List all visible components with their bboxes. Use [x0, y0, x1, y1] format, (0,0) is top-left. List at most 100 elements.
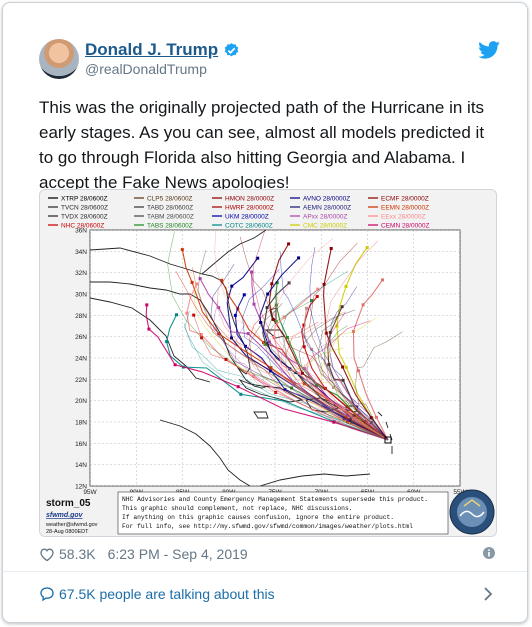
track-marker — [190, 280, 194, 284]
lat-label: 32N — [75, 270, 87, 277]
tweet-text: This was the originally projected path o… — [39, 98, 485, 192]
lat-label: 18N — [75, 420, 87, 427]
tweet-timestamp[interactable]: 6:23 PM - Sep 4, 2019 — [108, 546, 248, 562]
author-name[interactable]: Donald J. Trump — [85, 40, 218, 60]
logo-credit: weather@sfwmd.gov — [45, 522, 98, 528]
legend-label: CMC 28/0000Z — [303, 223, 347, 230]
track-marker — [329, 247, 333, 250]
heart-icon[interactable] — [39, 547, 55, 562]
track-marker — [217, 306, 221, 310]
lat-label: 36N — [75, 228, 87, 235]
logo-site: sfwmd.gov — [46, 512, 84, 519]
legend-label: AVNO 28/0000Z — [303, 196, 350, 203]
disclaimer-line: For full info, see http://my.sfwmd.gov/s… — [122, 523, 413, 530]
legend-label: TABM 28/0600Z — [147, 214, 194, 221]
tweet-media-image[interactable]: XTRP 28/0600Z CLP5 28/0600Z HMON 28/0000Z A… — [39, 189, 497, 537]
legend-label: TABS 28/0600Z — [147, 223, 193, 230]
tweet-meta: 58.3K 6:23 PM - Sep 4, 2019 — [39, 544, 248, 564]
twitter-bird-icon[interactable] — [478, 41, 500, 59]
lat-label: 24N — [75, 356, 87, 363]
lat-label: 20N — [75, 398, 87, 405]
track-marker — [315, 295, 319, 298]
legend-label: TVDX 28/0600Z — [61, 214, 108, 221]
legend-label: APxx 28/0000Z — [303, 214, 347, 221]
track-marker — [175, 313, 178, 317]
avatar[interactable] — [39, 39, 79, 79]
track-marker — [266, 292, 270, 296]
conversation-link[interactable]: 67.5K people are talking about this — [39, 583, 275, 605]
disclaimer-line: This graphic should complement, not repl… — [122, 505, 353, 512]
legend-label: ECMF 28/0000Z — [381, 196, 429, 203]
track-marker — [265, 306, 269, 310]
track-marker — [297, 256, 301, 260]
disclaimer-line: NHC Advisories and County Emergency Mana… — [122, 496, 428, 503]
verified-badge-icon — [224, 42, 239, 56]
logo-date: 28-Aug 0800EDT — [46, 529, 89, 535]
track-marker — [246, 332, 250, 336]
track-marker — [185, 311, 189, 315]
disclaimer-line: If anything on this graphic causes confu… — [122, 514, 394, 521]
lat-label: 34N — [75, 249, 87, 256]
track-marker — [357, 369, 360, 373]
lat-label: 16N — [75, 441, 87, 448]
comment-bubble-icon — [40, 587, 54, 602]
author-row: Donald J. Trump — [85, 40, 240, 60]
track-marker — [374, 415, 378, 419]
tweet-header: Donald J. Trump @realDonaldTrump — [3, 3, 527, 89]
legend-label: EEMN 28/0000Z — [381, 205, 429, 212]
legend-label: HWRF 28/0000Z — [225, 205, 274, 212]
lat-label: 26N — [75, 334, 87, 341]
legend-label: TABD 28/0600Z — [147, 205, 193, 212]
tweet-card: Donald J. Trump @realDonaldTrump This wa… — [2, 2, 528, 623]
lat-label: 30N — [75, 292, 87, 299]
track-marker — [180, 248, 184, 252]
lat-label: 28N — [75, 313, 87, 320]
track-marker — [256, 256, 260, 260]
hurricane-spaghetti-map: XTRP 28/0600Z CLP5 28/0600Z HMON 28/0000Z A… — [40, 190, 496, 536]
track-marker — [230, 284, 234, 288]
track-marker — [344, 365, 348, 369]
lon-label: 95W — [83, 489, 97, 496]
legend-label: COTC 28/0600Z — [225, 223, 273, 230]
legend-label: AEMN 28/0000Z — [303, 205, 351, 212]
author-handle[interactable]: @realDonaldTrump — [85, 61, 207, 77]
track-marker — [302, 345, 306, 349]
divider — [3, 571, 527, 572]
legend-label: XTRP 28/0600Z — [61, 196, 108, 203]
logo-text: storm_05 — [46, 498, 91, 509]
track-marker — [332, 420, 336, 424]
track-marker — [381, 278, 384, 282]
track-marker — [239, 392, 243, 396]
like-count[interactable]: 58.3K — [59, 546, 96, 562]
track-marker — [145, 303, 149, 307]
chevron-right-icon[interactable] — [483, 587, 493, 601]
legend-label: TVCN 28/0600Z — [61, 205, 108, 212]
track-marker — [173, 363, 177, 367]
talking-about-text: 67.5K people are talking about this — [59, 586, 275, 602]
track-marker — [361, 303, 365, 307]
lat-label: 14N — [75, 462, 87, 469]
track-marker — [252, 302, 256, 306]
legend-label: CEMN 28/0000Z — [381, 223, 429, 230]
track-marker — [147, 327, 151, 331]
district-seal — [449, 489, 495, 535]
legend-label: HMON 28/0000Z — [225, 196, 274, 203]
track-marker — [270, 282, 274, 286]
track-marker — [165, 340, 169, 344]
lat-label: 22N — [75, 377, 87, 384]
track-marker — [341, 365, 345, 369]
track-marker — [365, 246, 369, 249]
legend-label: UKM 28/0000Z — [225, 214, 269, 221]
track-marker — [236, 385, 240, 389]
disclaimer-box: NHC Advisories and County Emergency Mana… — [117, 491, 449, 535]
track-marker — [233, 313, 237, 317]
track-marker — [220, 278, 224, 282]
info-icon[interactable] — [483, 547, 495, 559]
track-marker — [305, 306, 308, 310]
legend-label: EExx 28/0000Z — [381, 214, 425, 221]
track-marker — [192, 313, 196, 317]
track-marker — [242, 293, 246, 297]
track-marker — [344, 285, 348, 288]
track-marker — [287, 242, 291, 246]
legend-label: CLP5 28/0600Z — [147, 196, 193, 203]
